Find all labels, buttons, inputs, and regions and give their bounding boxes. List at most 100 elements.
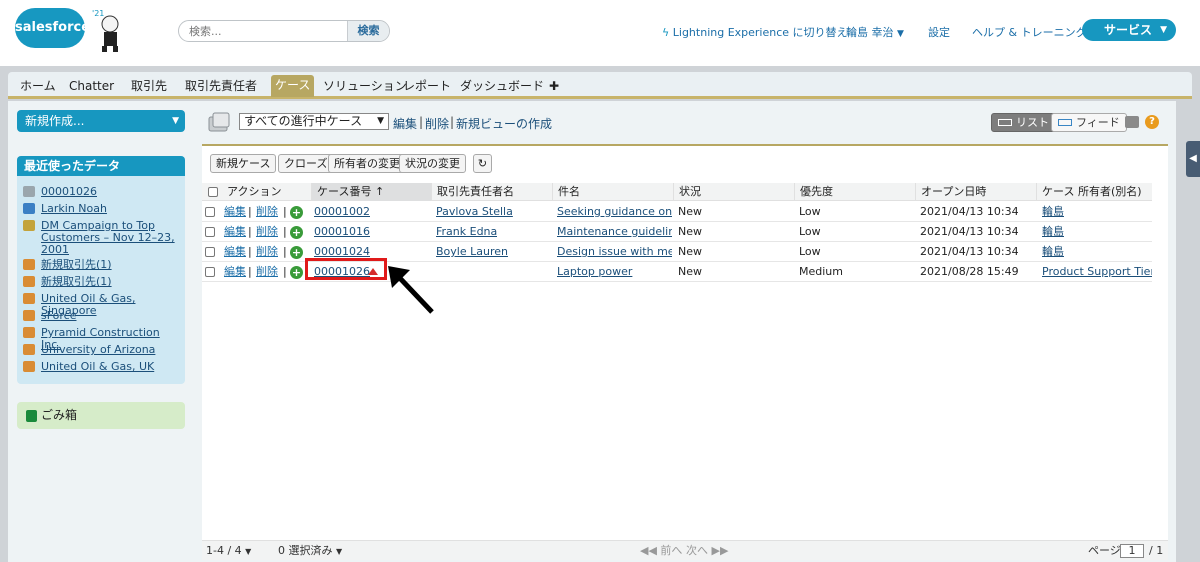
tab-dashboards[interactable]: ダッシュボード [456, 76, 548, 98]
recent-item[interactable]: 新規取引先(1) [23, 259, 177, 271]
subject-link[interactable]: Seeking guidance on … [557, 202, 672, 222]
case-number-link[interactable]: 00001016 [314, 222, 370, 242]
priority-cell: Low [799, 245, 821, 258]
row-delete-link[interactable]: 削除 [256, 202, 278, 222]
user-menu[interactable]: 輪島 幸治 ▼ [846, 24, 904, 40]
prev-page-link[interactable]: ◀◀ 前へ [640, 541, 682, 561]
add-plus-icon[interactable]: + [290, 246, 303, 259]
add-plus-icon[interactable]: + [290, 206, 303, 219]
tab-reports[interactable]: レポート [399, 76, 455, 98]
feed-view-toggle[interactable]: フィード [1051, 113, 1127, 132]
opened-cell: 2021/04/13 10:34 [920, 225, 1019, 238]
column-header-action: アクション [227, 185, 282, 198]
recent-item[interactable]: United Oil & Gas, UK [23, 361, 177, 373]
record-range[interactable]: 1-4 / 4 ▼ [206, 541, 251, 562]
row-edit-link[interactable]: 編集 [224, 242, 246, 262]
owner-link[interactable]: Product Support Tier 2 [1042, 262, 1152, 282]
recent-item[interactable]: University of Arizona [23, 344, 177, 356]
status-cell: New [678, 265, 702, 278]
new-case-button[interactable]: 新規ケース [210, 154, 277, 173]
row-checkbox[interactable] [205, 227, 215, 237]
page-label: ページ [1088, 544, 1121, 557]
row-edit-link[interactable]: 編集 [224, 202, 246, 222]
setup-link[interactable]: 設定 [928, 24, 950, 40]
change-status-button[interactable]: 状況の変更 [399, 154, 466, 173]
sidebar: 新規作成... ▼ 最近使ったデータ 00001026 Larkin Noah … [8, 101, 194, 562]
tab-home[interactable]: ホーム [16, 76, 60, 98]
account-icon [23, 361, 35, 372]
trash-icon [26, 410, 37, 422]
list-view-selected: すべての進行中ケース [244, 114, 363, 128]
column-header-subject[interactable]: 件名 [552, 183, 580, 201]
change-owner-button[interactable]: 所有者の変更 [328, 154, 406, 173]
add-plus-icon[interactable]: + [290, 226, 303, 239]
row-delete-link[interactable]: 削除 [256, 242, 278, 262]
create-view-link[interactable]: 新規ビューの作成 [456, 115, 552, 132]
recent-item[interactable]: 新規取引先(1) [23, 276, 177, 288]
salesforce-logo[interactable]: salesforce [15, 8, 90, 48]
column-header-case-number[interactable]: ケース番号 ↑ [311, 183, 431, 201]
tab-solutions[interactable]: ソリューション [319, 76, 411, 98]
lightning-switch-link[interactable]: ϟ Lightning Experience に切り替え [662, 24, 848, 40]
table-row: 編集 | 削除 | + 00001002 Pavlova Stella Seek… [202, 202, 1152, 222]
all-tabs-plus-icon[interactable]: ✚ [545, 76, 563, 98]
search-input[interactable] [179, 21, 347, 41]
selected-count[interactable]: 0 選択済み ▼ [278, 541, 342, 562]
divider: | [450, 115, 455, 129]
contact-link[interactable]: Frank Edna [436, 222, 497, 242]
recent-item[interactable]: 00001026 [23, 186, 177, 198]
refresh-icon[interactable]: ↻ [473, 154, 492, 173]
subject-link[interactable]: Laptop power [557, 262, 672, 282]
astro-mascot-icon: '21 [92, 9, 119, 52]
close-case-button[interactable]: クローズ [278, 154, 334, 173]
column-header-priority[interactable]: 優先度 [794, 183, 833, 201]
opened-cell: 2021/04/13 10:34 [920, 205, 1019, 218]
column-header-status[interactable]: 状況 [673, 183, 701, 201]
recent-item[interactable]: sForce [23, 310, 177, 322]
row-delete-link[interactable]: 削除 [256, 222, 278, 242]
row-edit-link[interactable]: 編集 [224, 262, 246, 282]
edit-view-link[interactable]: 編集 [393, 115, 417, 132]
case-number-link[interactable]: 00001002 [314, 202, 370, 222]
contact-link[interactable]: Pavlova Stella [436, 202, 513, 222]
column-header-opened[interactable]: オープン日時 [915, 183, 986, 201]
subject-link[interactable]: Design issue with mec… [557, 242, 672, 262]
list-view-toggle[interactable]: リスト [991, 113, 1056, 132]
divider: | [248, 225, 252, 238]
subject-link[interactable]: Maintenance guideline… [557, 222, 672, 242]
next-page-link[interactable]: 次へ ▶▶ [686, 541, 728, 561]
print-icon[interactable] [1125, 116, 1139, 128]
row-checkbox[interactable] [205, 247, 215, 257]
tab-contacts[interactable]: 取引先責任者 [181, 76, 261, 98]
page-number-input[interactable]: 1 [1120, 541, 1144, 561]
help-icon[interactable]: ? [1145, 115, 1159, 129]
select-all-checkbox[interactable] [208, 187, 218, 197]
delete-view-link[interactable]: 削除 [425, 115, 449, 132]
divider: | [283, 245, 287, 258]
create-new-button[interactable]: 新規作成... ▼ [17, 110, 185, 132]
add-plus-icon[interactable]: + [290, 266, 303, 279]
column-header-owner[interactable]: ケース 所有者(別名) [1036, 183, 1142, 201]
row-delete-link[interactable]: 削除 [256, 262, 278, 282]
row-edit-link[interactable]: 編集 [224, 222, 246, 242]
chevron-down-icon: ▼ [336, 547, 343, 556]
recent-item[interactable]: Larkin Noah [23, 203, 177, 215]
recycle-bin-link[interactable]: ごみ箱 [17, 402, 185, 429]
row-checkbox[interactable] [205, 207, 215, 217]
search-button[interactable]: 検索 [347, 21, 389, 41]
column-header-contact[interactable]: 取引先責任者名 [431, 183, 514, 201]
list-view-select[interactable]: すべての進行中ケース ▼ [239, 113, 389, 130]
owner-link[interactable]: 輪島 [1042, 202, 1064, 222]
contact-link[interactable]: Boyle Lauren [436, 242, 508, 262]
tab-chatter[interactable]: Chatter [65, 76, 118, 98]
recent-item[interactable]: DM Campaign to Top Customers – Nov 12–23… [23, 220, 177, 256]
owner-link[interactable]: 輪島 [1042, 222, 1064, 242]
help-training-link[interactable]: ヘルプ & トレーニング [972, 24, 1087, 40]
row-checkbox[interactable] [205, 267, 215, 277]
owner-link[interactable]: 輪島 [1042, 242, 1064, 262]
tab-accounts[interactable]: 取引先 [127, 76, 171, 98]
tab-cases[interactable]: ケース [271, 75, 315, 97]
app-switcher-button[interactable]: サービス ▼ [1082, 19, 1176, 41]
chevron-left-icon[interactable]: ◀ [1186, 141, 1200, 177]
divider: | [248, 245, 252, 258]
